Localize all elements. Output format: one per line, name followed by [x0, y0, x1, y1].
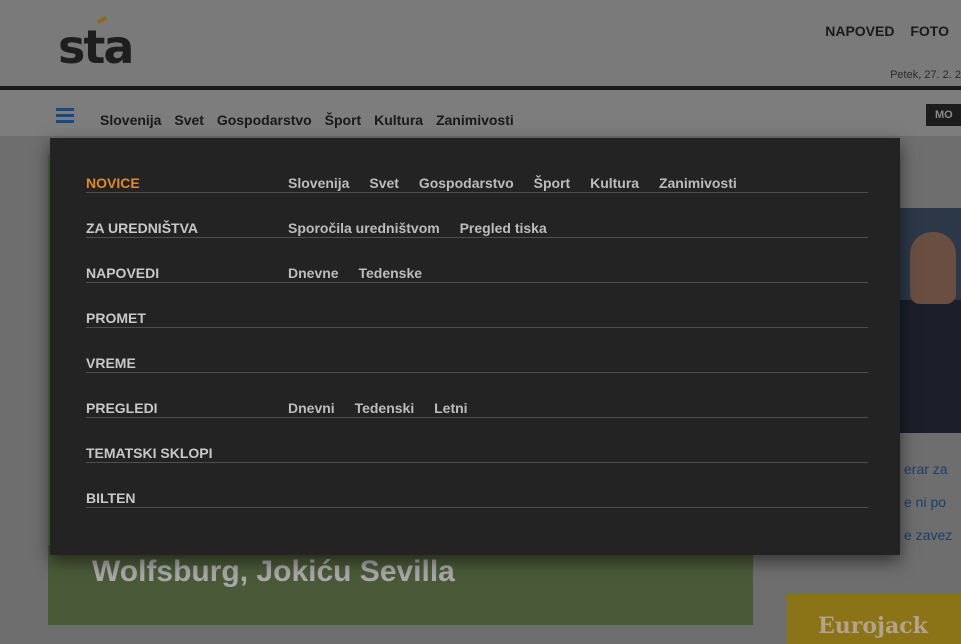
nav-item-svet[interactable]: Svet: [174, 112, 204, 128]
sta-logo[interactable]: sta: [58, 20, 134, 74]
menu-section-promet[interactable]: PROMET: [86, 310, 146, 326]
menu-link-tedenske[interactable]: Tedenske: [358, 265, 422, 281]
thumbnail-figure: [900, 300, 961, 433]
menu-link-tedenski[interactable]: Tedenski: [355, 400, 415, 416]
menu-link-dnevne[interactable]: Dnevne: [288, 265, 339, 281]
menu-row-vreme: VREME: [86, 328, 868, 373]
nav-item-zanimivosti[interactable]: Zanimivosti: [436, 112, 514, 128]
menu-links-za-urednistva: Sporočila uredništvom Pregled tiska: [288, 220, 563, 236]
top-link-foto[interactable]: FOTO: [910, 23, 949, 39]
menu-section-za-urednistva[interactable]: ZA UREDNIŠTVA: [86, 220, 198, 236]
menu-link-sport[interactable]: Šport: [534, 175, 571, 191]
top-links: NAPOVED FOTO: [813, 23, 949, 39]
current-date: Petek, 27. 2. 2: [890, 69, 961, 81]
mega-menu-dropdown: NOVICE Slovenija Svet Gospodarstvo Šport…: [50, 138, 900, 555]
top-link-napoved[interactable]: NAPOVED: [825, 23, 894, 39]
menu-icon[interactable]: [56, 108, 74, 123]
menu-section-novice[interactable]: NOVICE: [86, 175, 140, 191]
nav-item-kultura[interactable]: Kultura: [374, 112, 423, 128]
menu-row-tematski-sklopi: TEMATSKI SKLOPI: [86, 418, 868, 463]
hero-title[interactable]: Wolfsburg, Jokiću Sevilla: [92, 555, 455, 589]
menu-row-napovedi: NAPOVEDI Dnevne Tedenske: [86, 238, 868, 283]
nav-items: Slovenija Svet Gospodarstvo Šport Kultur…: [100, 112, 523, 128]
menu-row-pregledi: PREGLEDI Dnevni Tedenski Letni: [86, 373, 868, 418]
nav-item-gospodarstvo[interactable]: Gospodarstvo: [217, 112, 312, 128]
menu-section-napovedi[interactable]: NAPOVEDI: [86, 265, 159, 281]
nav-item-slovenija[interactable]: Slovenija: [100, 112, 161, 128]
menu-section-vreme[interactable]: VREME: [86, 355, 136, 371]
menu-link-dnevni[interactable]: Dnevni: [288, 400, 335, 416]
main-nav: Slovenija Svet Gospodarstvo Šport Kultur…: [0, 90, 961, 136]
nav-item-sport[interactable]: Šport: [325, 112, 362, 128]
site-header: sta NAPOVED FOTO Petek, 27. 2. 2: [0, 0, 961, 86]
menu-section-tematski-sklopi[interactable]: TEMATSKI SKLOPI: [86, 445, 213, 461]
menu-links-pregledi: Dnevni Tedenski Letni: [288, 400, 484, 416]
menu-links-napovedi: Dnevne Tedenske: [288, 265, 438, 281]
menu-link-sporocila-urednistvom[interactable]: Sporočila uredništvom: [288, 220, 440, 236]
eurojackpot-banner-text: Eurojack: [818, 613, 928, 639]
menu-row-promet: PROMET: [86, 283, 868, 328]
side-headline-line-3[interactable]: e zavez: [904, 527, 952, 543]
side-headline-line-1[interactable]: erar za: [904, 461, 948, 477]
menu-section-bilten[interactable]: BILTEN: [86, 490, 136, 506]
menu-link-letni[interactable]: Letni: [434, 400, 467, 416]
menu-section-pregledi[interactable]: PREGLEDI: [86, 400, 158, 416]
menu-link-gospodarstvo[interactable]: Gospodarstvo: [419, 175, 514, 191]
menu-links-novice: Slovenija Svet Gospodarstvo Šport Kultur…: [288, 175, 753, 191]
menu-row-za-urednistva: ZA UREDNIŠTVA Sporočila uredništvom Preg…: [86, 193, 868, 238]
thumbnail-face: [910, 232, 956, 304]
menu-link-svet[interactable]: Svet: [369, 175, 399, 191]
side-headline-line-2[interactable]: e ni po: [904, 494, 946, 510]
menu-link-slovenija[interactable]: Slovenija: [288, 175, 349, 191]
menu-link-zanimivosti[interactable]: Zanimivosti: [659, 175, 737, 191]
menu-row-bilten: BILTEN: [86, 463, 868, 508]
account-button[interactable]: MO: [926, 104, 961, 126]
menu-row-novice: NOVICE Slovenija Svet Gospodarstvo Šport…: [86, 148, 868, 193]
menu-link-pregled-tiska[interactable]: Pregled tiska: [460, 220, 547, 236]
menu-link-kultura[interactable]: Kultura: [590, 175, 639, 191]
